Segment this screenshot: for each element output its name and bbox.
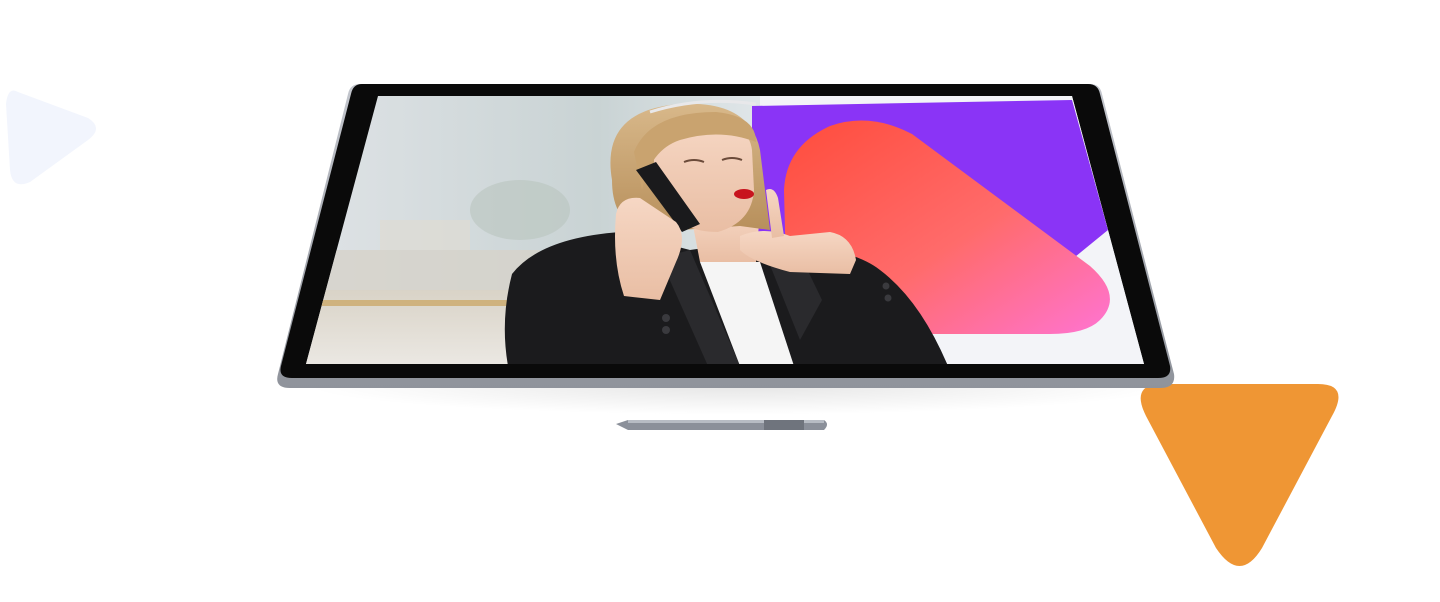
right-triangle-shape (1140, 384, 1339, 566)
tablet-screen (306, 96, 1144, 364)
left-triangle-shape (6, 90, 96, 185)
stylus-pen (616, 420, 827, 430)
hero-graphic (6, 84, 1339, 566)
hero-illustration (0, 0, 1440, 602)
